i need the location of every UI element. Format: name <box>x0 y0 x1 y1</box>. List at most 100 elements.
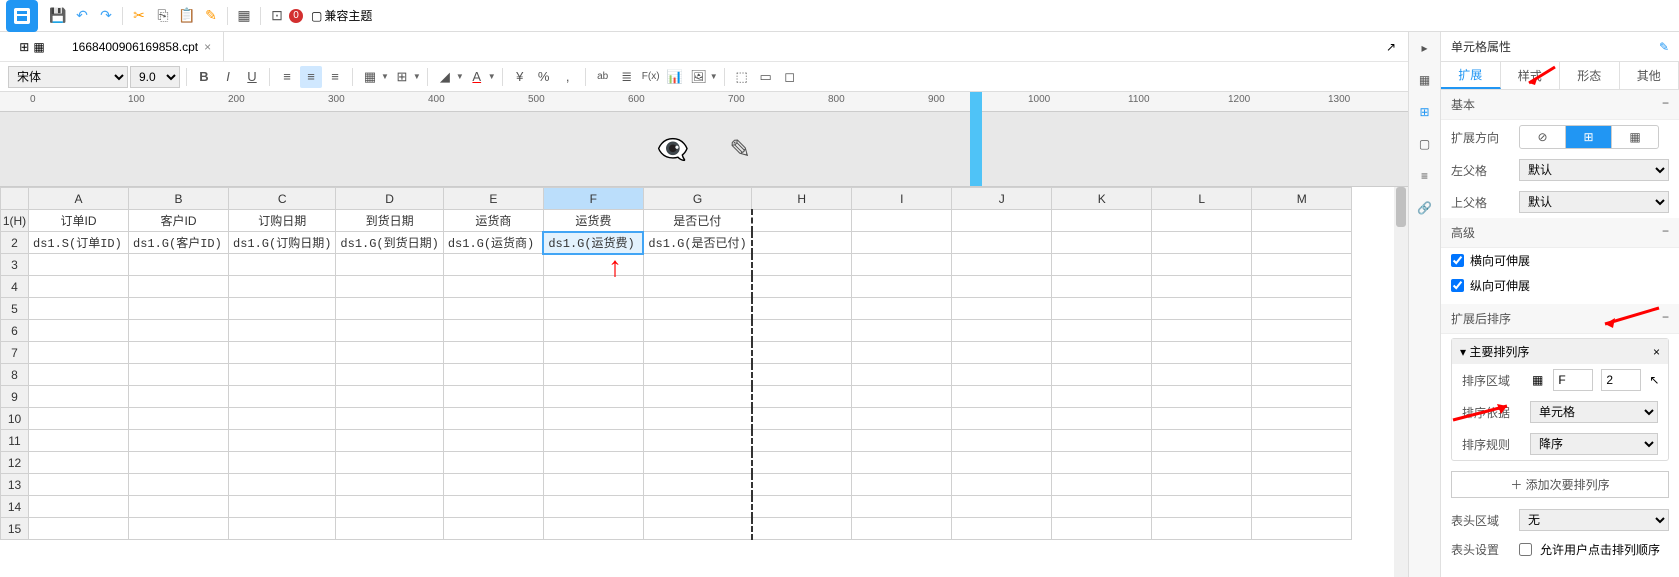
cell[interactable]: ds1.G(客户ID) <box>129 232 229 254</box>
cell[interactable] <box>752 254 852 276</box>
add-sort-button[interactable]: ＋ 添加次要排列序 <box>1451 471 1669 498</box>
tab-form[interactable]: 形态 <box>1560 62 1620 89</box>
size-select[interactable]: 9.0 <box>130 66 180 88</box>
cell[interactable] <box>643 452 751 474</box>
cell[interactable] <box>643 342 751 364</box>
cell[interactable] <box>543 364 643 386</box>
cell[interactable]: ds1.G(订购日期) <box>229 232 336 254</box>
cell[interactable] <box>29 298 129 320</box>
col-header[interactable]: C <box>229 188 336 210</box>
cell[interactable] <box>952 276 1052 298</box>
cell[interactable] <box>543 386 643 408</box>
row-header[interactable]: 5 <box>1 298 29 320</box>
row-header[interactable]: 4 <box>1 276 29 298</box>
cell[interactable] <box>229 320 336 342</box>
cell[interactable] <box>852 408 952 430</box>
cell[interactable] <box>752 518 852 540</box>
cell[interactable] <box>852 386 952 408</box>
cell[interactable] <box>1052 320 1152 342</box>
cell[interactable] <box>129 452 229 474</box>
cell[interactable] <box>1152 496 1252 518</box>
v-expand-checkbox[interactable] <box>1451 279 1464 292</box>
merge-icon[interactable]: ⊞ <box>391 66 413 88</box>
col-header[interactable]: E <box>443 188 543 210</box>
cell[interactable] <box>543 342 643 364</box>
sort-col-input[interactable] <box>1553 369 1593 391</box>
cell[interactable] <box>29 430 129 452</box>
cell[interactable] <box>229 474 336 496</box>
cell[interactable] <box>852 298 952 320</box>
cell[interactable] <box>1252 430 1352 452</box>
image-icon[interactable]: 🖼 <box>688 66 710 88</box>
cell[interactable] <box>752 320 852 342</box>
cell[interactable] <box>643 320 751 342</box>
cell[interactable] <box>1052 254 1152 276</box>
cell[interactable] <box>952 430 1052 452</box>
cell[interactable] <box>129 364 229 386</box>
dashboard-icon[interactable]: ⊞ <box>1415 102 1435 122</box>
cell[interactable] <box>643 474 751 496</box>
cell[interactable] <box>1152 298 1252 320</box>
undo-icon[interactable]: ↶ <box>70 4 94 28</box>
cell[interactable] <box>129 298 229 320</box>
cell[interactable] <box>643 496 751 518</box>
cell[interactable] <box>336 518 443 540</box>
col-header[interactable]: F <box>543 188 643 210</box>
cell[interactable] <box>1052 210 1152 232</box>
cell[interactable] <box>229 342 336 364</box>
rect-icon[interactable]: ▢ <box>1415 134 1435 154</box>
collapse-icon[interactable]: − <box>1662 224 1669 241</box>
cell[interactable] <box>852 496 952 518</box>
cell-prop-icon[interactable]: ▦ <box>1415 70 1435 90</box>
cell[interactable] <box>952 254 1052 276</box>
file-tab[interactable]: 1668400906169858.cpt × <box>60 32 224 61</box>
cell[interactable] <box>1152 254 1252 276</box>
col-header[interactable]: B <box>129 188 229 210</box>
paste-icon[interactable]: 📋 <box>175 4 199 28</box>
cell[interactable] <box>229 298 336 320</box>
underline-icon[interactable]: U <box>241 66 263 88</box>
cell[interactable] <box>1052 430 1152 452</box>
cell[interactable] <box>129 276 229 298</box>
cell[interactable] <box>1052 474 1152 496</box>
cell[interactable] <box>1252 298 1352 320</box>
close-icon[interactable]: × <box>1653 345 1660 359</box>
cell[interactable] <box>1152 210 1252 232</box>
cell[interactable] <box>752 276 852 298</box>
cell[interactable] <box>1152 342 1252 364</box>
link-icon[interactable]: 🔗 <box>1415 198 1435 218</box>
comma-icon[interactable]: , <box>557 66 579 88</box>
row-header[interactable]: 8 <box>1 364 29 386</box>
cell[interactable] <box>1152 518 1252 540</box>
cell[interactable] <box>952 408 1052 430</box>
cell[interactable] <box>952 210 1052 232</box>
cell[interactable] <box>229 518 336 540</box>
cell[interactable] <box>229 364 336 386</box>
cell[interactable] <box>29 342 129 364</box>
picker-icon[interactable]: ↖ <box>1649 373 1659 387</box>
col-header[interactable]: J <box>952 188 1052 210</box>
cell[interactable] <box>443 452 543 474</box>
col-header[interactable]: G <box>643 188 751 210</box>
col-header[interactable]: I <box>852 188 952 210</box>
cell[interactable] <box>229 452 336 474</box>
allow-click-checkbox[interactable] <box>1519 543 1532 556</box>
text-icon[interactable]: ab <box>592 66 614 88</box>
cell[interactable] <box>1052 232 1152 254</box>
cell[interactable] <box>1052 298 1152 320</box>
col-header[interactable]: H <box>752 188 852 210</box>
cell[interactable] <box>29 364 129 386</box>
widget-icon2[interactable]: ▭ <box>755 66 777 88</box>
font-color-icon[interactable]: A <box>466 66 488 88</box>
tab-style[interactable]: 样式 <box>1501 62 1561 89</box>
cell[interactable] <box>1052 386 1152 408</box>
cell[interactable] <box>443 276 543 298</box>
cell[interactable] <box>29 276 129 298</box>
cell[interactable] <box>1152 364 1252 386</box>
cell[interactable] <box>29 474 129 496</box>
tab-nav-icon[interactable]: ⊞ <box>19 40 29 54</box>
top-parent-select[interactable]: 默认 <box>1519 191 1669 213</box>
cell[interactable] <box>643 408 751 430</box>
header-area-select[interactable]: 无 <box>1519 509 1669 531</box>
cell[interactable] <box>443 474 543 496</box>
